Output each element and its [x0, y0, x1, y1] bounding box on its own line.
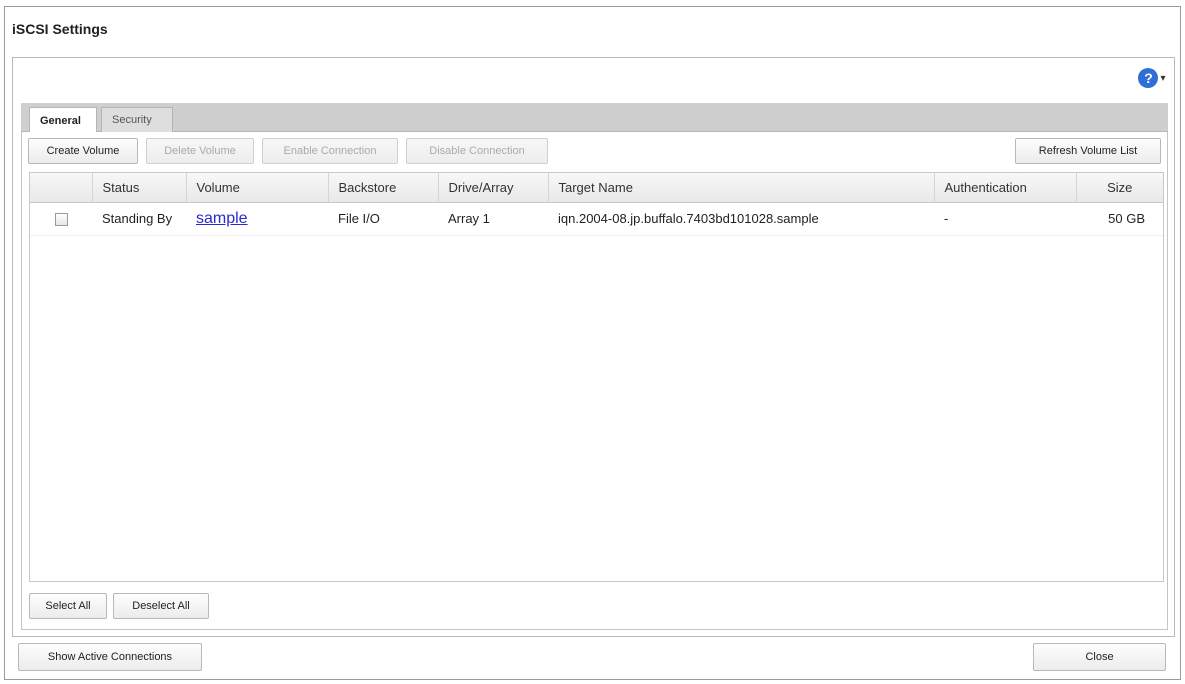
row-select-cell [30, 202, 92, 236]
column-header-drive-array[interactable]: Drive/Array [438, 173, 549, 203]
show-active-connections-button[interactable]: Show Active Connections [18, 643, 202, 671]
column-header-target-name[interactable]: Target Name [548, 173, 935, 203]
help-button[interactable]: ? ▾ [1136, 65, 1168, 91]
selection-bar: Select All Deselect All [22, 586, 1167, 626]
window-title: iSCSI Settings [12, 21, 108, 37]
select-all-button[interactable]: Select All [29, 593, 107, 619]
cell-status: Standing By [92, 202, 186, 236]
column-header-volume[interactable]: Volume [186, 173, 329, 203]
create-volume-button[interactable]: Create Volume [28, 138, 138, 164]
help-circle-icon: ? [1138, 68, 1159, 88]
row-select-checkbox[interactable] [54, 213, 68, 227]
main-panel: ? ▾ General Security Create Volume Delet… [12, 57, 1175, 637]
cell-size: 50 GB [1076, 202, 1163, 236]
volume-table: Status Volume Backstore Drive/Array Targ… [29, 172, 1164, 582]
refresh-volume-list-button[interactable]: Refresh Volume List [1015, 138, 1161, 164]
column-header-authentication[interactable]: Authentication [934, 173, 1077, 203]
cell-target-name: iqn.2004-08.jp.buffalo.7403bd101028.samp… [548, 202, 934, 236]
tab-bar: General Security [21, 103, 1168, 133]
tab-general[interactable]: General [29, 107, 97, 133]
enable-connection-button[interactable]: Enable Connection [262, 138, 398, 164]
iscsi-settings-window: iSCSI Settings ? ▾ General Security Crea… [4, 6, 1181, 680]
volume-link[interactable]: sample [196, 210, 248, 227]
cell-backstore: File I/O [328, 202, 438, 236]
chevron-down-icon: ▾ [1160, 72, 1166, 84]
cell-authentication: - [934, 202, 1076, 236]
dialog-footer: Show Active Connections Close [12, 641, 1175, 677]
tab-security[interactable]: Security [101, 107, 173, 132]
column-header-select [30, 173, 93, 203]
table-header-row: Status Volume Backstore Drive/Array Targ… [30, 173, 1163, 203]
delete-volume-button[interactable]: Delete Volume [146, 138, 254, 164]
column-header-backstore[interactable]: Backstore [328, 173, 439, 203]
close-button[interactable]: Close [1033, 643, 1166, 671]
column-header-size[interactable]: Size [1076, 173, 1163, 203]
tab-content-general: Create Volume Delete Volume Enable Conne… [21, 132, 1168, 630]
table-row[interactable]: Standing By sample File I/O Array 1 iqn.… [30, 202, 1163, 236]
deselect-all-button[interactable]: Deselect All [113, 593, 209, 619]
toolbar: Create Volume Delete Volume Enable Conne… [22, 132, 1167, 172]
column-header-status[interactable]: Status [92, 173, 187, 203]
cell-volume: sample [186, 202, 328, 236]
disable-connection-button[interactable]: Disable Connection [406, 138, 548, 164]
cell-drive-array: Array 1 [438, 202, 548, 236]
